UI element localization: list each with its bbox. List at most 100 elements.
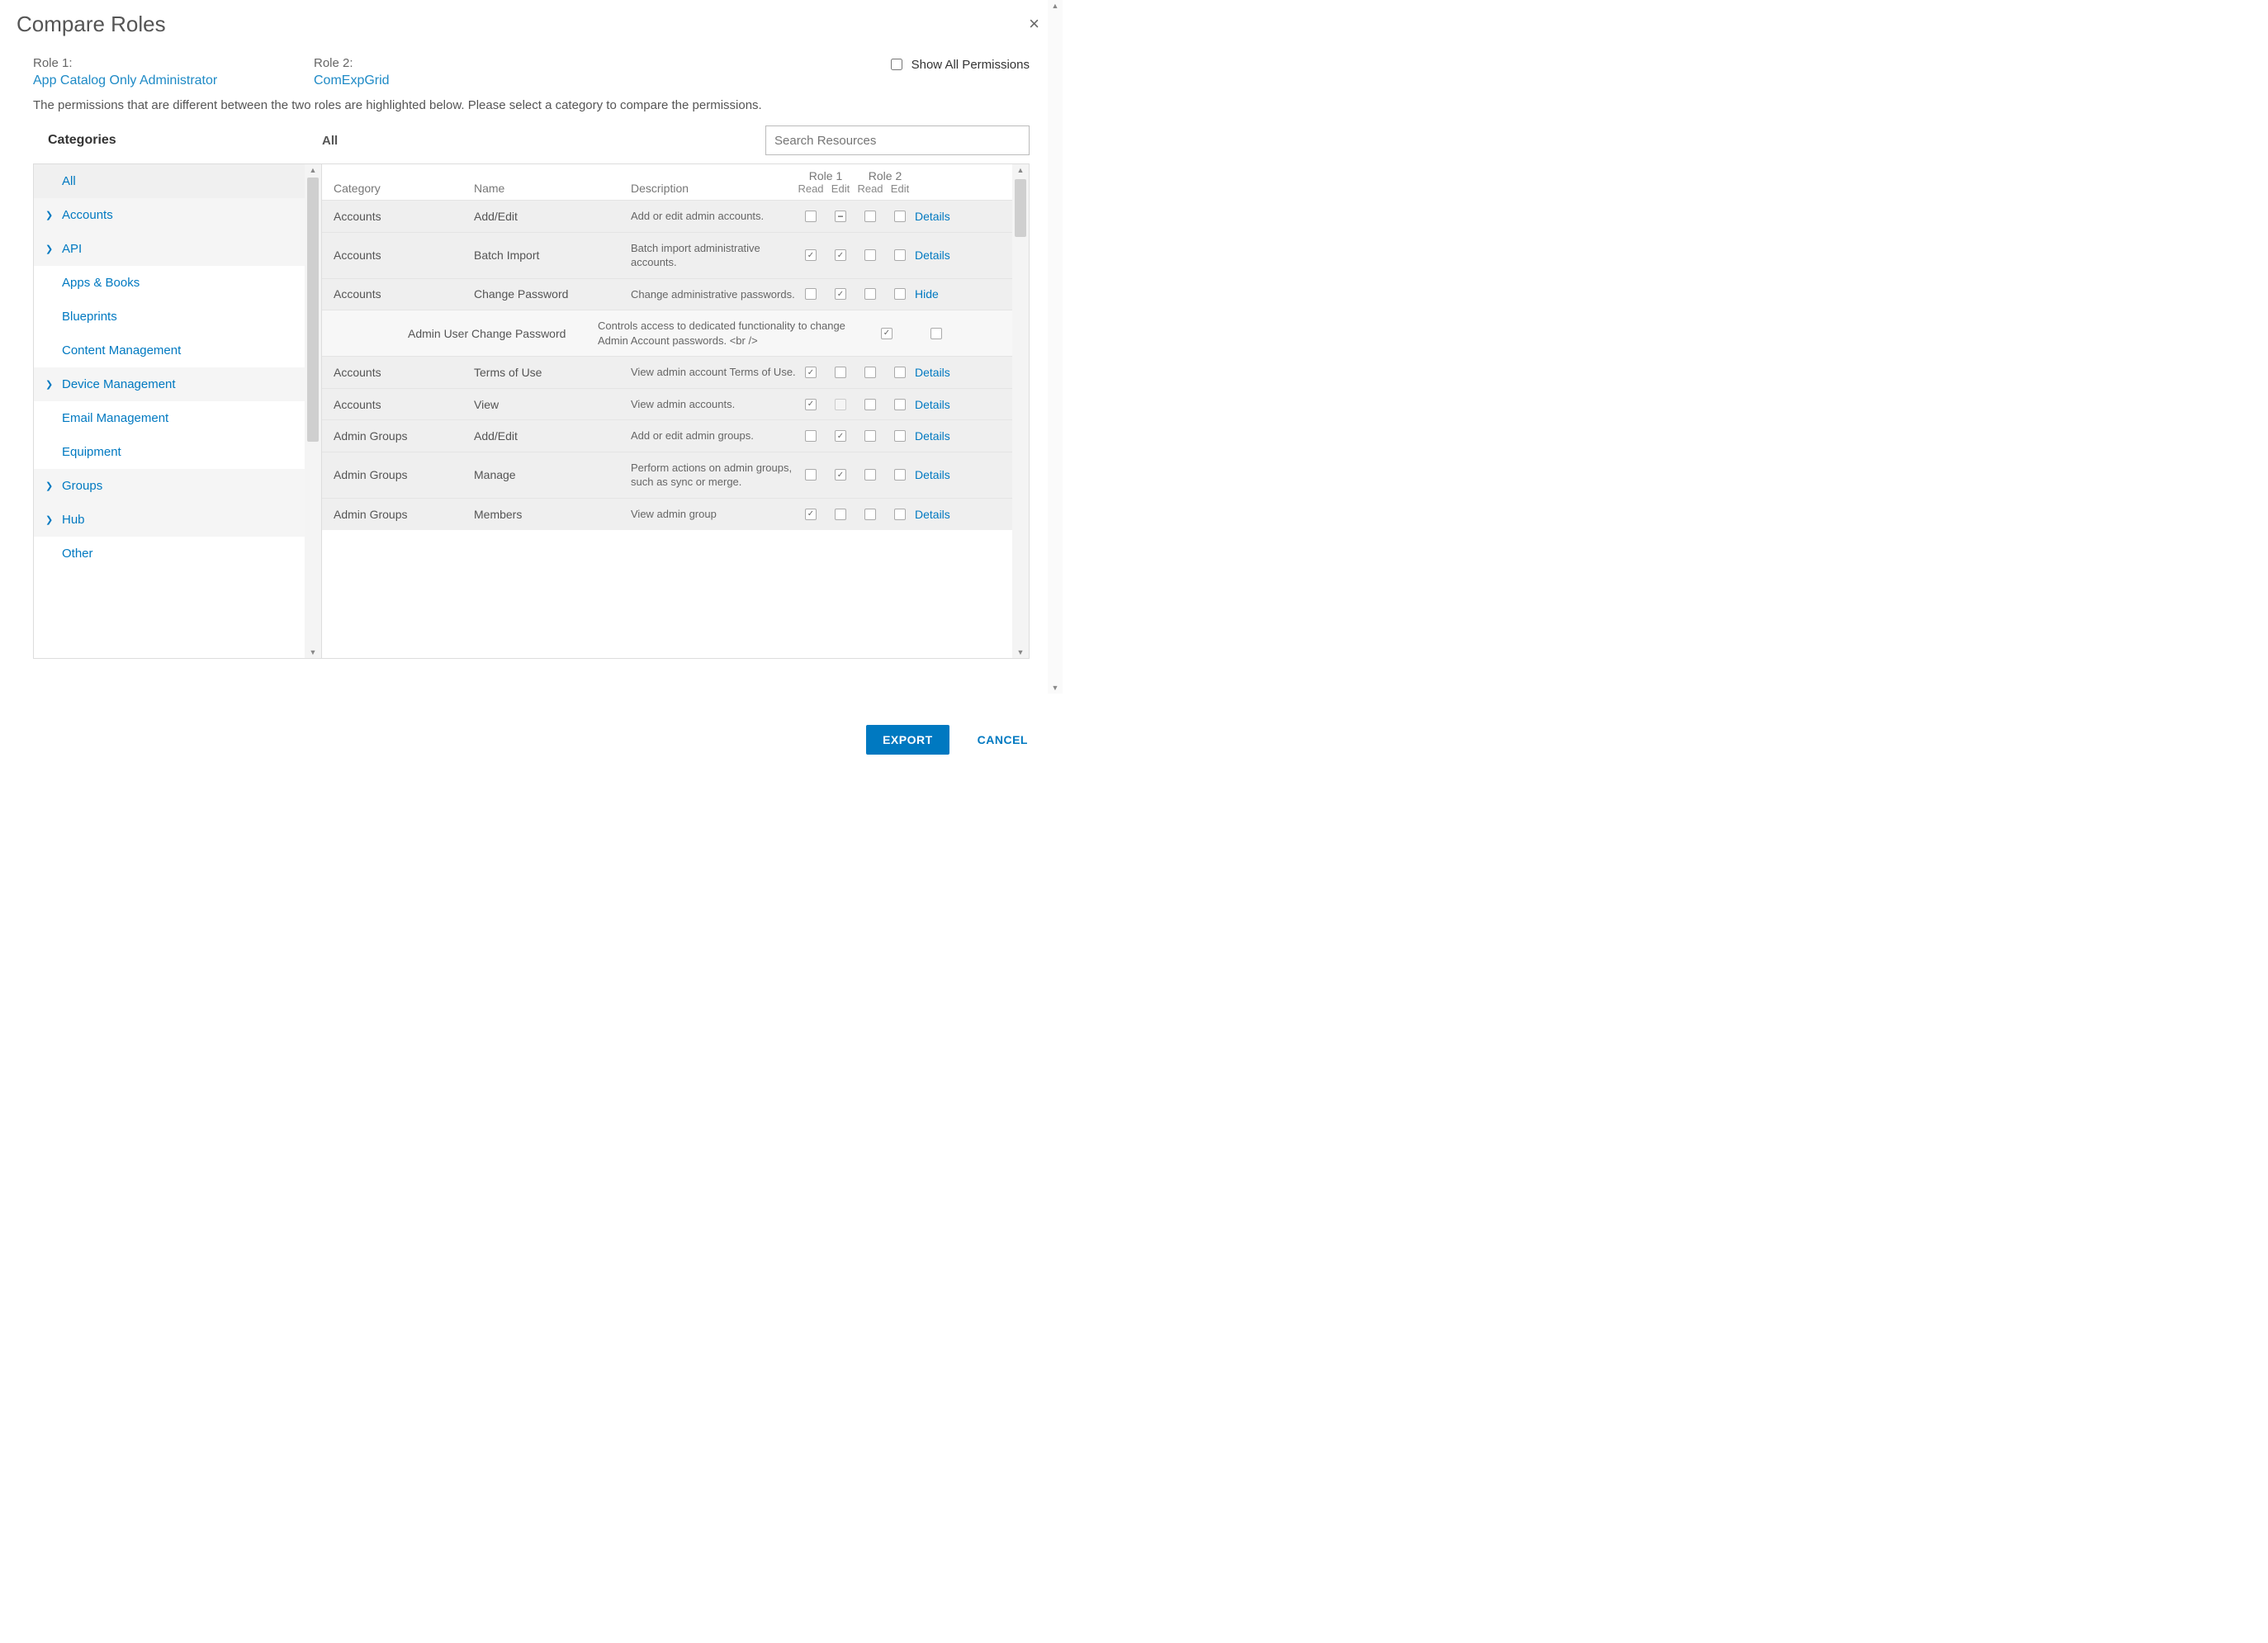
export-button[interactable]: EXPORT (866, 725, 949, 755)
details-link[interactable]: Details (915, 508, 973, 521)
row-category: Accounts (334, 249, 474, 262)
sidebar-item-apps-books[interactable]: Apps & Books (34, 266, 305, 300)
sidebar-item-label: Hub (62, 513, 85, 527)
permission-checkbox[interactable] (805, 367, 817, 378)
permission-checkbox[interactable] (864, 211, 876, 222)
sidebar-scroll-thumb[interactable] (307, 178, 319, 442)
row-category: Admin Groups (334, 429, 474, 443)
permission-checkbox[interactable] (894, 430, 906, 442)
details-link[interactable]: Details (915, 468, 973, 481)
show-all-permissions[interactable]: Show All Permissions (888, 56, 1030, 73)
permission-checkbox[interactable] (805, 211, 817, 222)
permission-checkbox[interactable] (864, 430, 876, 442)
permission-checkbox[interactable] (894, 367, 906, 378)
table-row: AccountsAdd/EditAdd or edit admin accoun… (322, 200, 1012, 232)
permission-checkbox[interactable] (835, 249, 846, 261)
row-category: Accounts (334, 398, 474, 411)
sidebar-scrollbar[interactable]: ▲ ▼ (305, 164, 321, 658)
permission-checkbox[interactable] (894, 469, 906, 481)
sidebar-item-device-management[interactable]: ❯Device Management (34, 367, 305, 401)
cancel-button[interactable]: CANCEL (973, 732, 1033, 747)
search-input[interactable] (765, 125, 1030, 155)
permission-checkbox[interactable] (835, 288, 846, 300)
hide-link[interactable]: Hide (915, 287, 973, 301)
col-role1-read: Read (796, 182, 826, 195)
permission-checkbox[interactable] (805, 469, 817, 481)
dialog-scroll-up-icon[interactable]: ▲ (1052, 0, 1059, 12)
permission-checkbox[interactable] (805, 288, 817, 300)
table-header-row: Category Name Description Role 1 Read Ed… (322, 164, 1012, 200)
scroll-down-icon[interactable]: ▼ (310, 646, 317, 658)
role1-label: Role 1: (33, 56, 314, 70)
col-category: Category (334, 182, 474, 195)
permission-checkbox[interactable] (894, 288, 906, 300)
show-all-checkbox[interactable] (891, 59, 902, 70)
sidebar-item-groups[interactable]: ❯Groups (34, 469, 305, 503)
table-scroll-down-icon[interactable]: ▼ (1017, 646, 1025, 658)
dialog-scroll-down-icon[interactable]: ▼ (1052, 682, 1059, 694)
permission-checkbox[interactable] (835, 509, 846, 520)
sidebar-item-equipment[interactable]: Equipment (34, 435, 305, 469)
row-description: View admin group (631, 507, 796, 522)
table-scroll-up-icon[interactable]: ▲ (1017, 164, 1025, 176)
permission-checkbox[interactable] (894, 211, 906, 222)
permission-checkbox[interactable] (881, 328, 893, 339)
sidebar-item-api[interactable]: ❯API (34, 232, 305, 266)
details-link[interactable]: Details (915, 398, 973, 411)
permission-checkbox[interactable] (864, 469, 876, 481)
permission-checkbox[interactable] (835, 367, 846, 378)
role1-block: Role 1: App Catalog Only Administrator (33, 56, 314, 88)
row-category: Admin Groups (334, 508, 474, 521)
sidebar-item-label: Other (62, 547, 93, 561)
row-name: Change Password (474, 287, 631, 301)
table-row: AccountsViewView admin accounts.Details (322, 388, 1012, 420)
details-link[interactable]: Details (915, 210, 973, 223)
permission-checkbox[interactable] (835, 469, 846, 481)
permission-checkbox[interactable] (864, 288, 876, 300)
permission-checkbox[interactable] (805, 249, 817, 261)
details-link[interactable]: Details (915, 366, 973, 379)
permission-checkbox[interactable] (805, 399, 817, 410)
row-description: Perform actions on admin groups, such as… (631, 461, 796, 490)
permission-checkbox[interactable] (864, 509, 876, 520)
table-row: Admin GroupsMembersView admin groupDetai… (322, 498, 1012, 530)
sidebar-item-accounts[interactable]: ❯Accounts (34, 198, 305, 232)
permission-checkbox[interactable] (864, 249, 876, 261)
sidebar-item-email-management[interactable]: Email Management (34, 401, 305, 435)
sidebar-list[interactable]: All❯Accounts❯APIApps & BooksBlueprintsCo… (34, 164, 305, 658)
role1-link[interactable]: App Catalog Only Administrator (33, 73, 314, 88)
permission-checkbox[interactable] (864, 367, 876, 378)
sidebar-item-label: API (62, 242, 82, 256)
sidebar-item-all[interactable]: All (34, 164, 305, 198)
col-name: Name (474, 182, 631, 195)
permission-checkbox[interactable] (894, 509, 906, 520)
row-name: Manage (474, 468, 631, 481)
permission-checkbox[interactable] (930, 328, 942, 339)
table-body: Category Name Description Role 1 Read Ed… (322, 164, 1012, 658)
permission-checkbox[interactable] (864, 399, 876, 410)
search-wrap (765, 125, 1030, 155)
sidebar-item-other[interactable]: Other (34, 537, 305, 571)
table-scrollbar[interactable]: ▲ ▼ (1012, 164, 1029, 658)
permission-checkbox[interactable] (894, 249, 906, 261)
permission-checkbox[interactable] (805, 430, 817, 442)
dialog-scrollbar[interactable]: ▲ ▼ (1048, 0, 1063, 694)
permission-checkbox[interactable] (835, 430, 846, 442)
details-link[interactable]: Details (915, 249, 973, 262)
sidebar-item-content-management[interactable]: Content Management (34, 334, 305, 367)
col-role1: Role 1 (796, 169, 855, 182)
table-scroll-thumb[interactable] (1015, 179, 1026, 237)
permission-checkbox[interactable] (835, 211, 846, 222)
row-description: Add or edit admin accounts. (631, 209, 796, 224)
sidebar-item-blueprints[interactable]: Blueprints (34, 300, 305, 334)
permission-checkbox[interactable] (835, 399, 846, 410)
sidebar-item-label: Accounts (62, 208, 113, 222)
scroll-up-icon[interactable]: ▲ (310, 164, 317, 176)
sidebar-item-hub[interactable]: ❯Hub (34, 503, 305, 537)
close-icon[interactable]: × (1022, 10, 1046, 38)
details-link[interactable]: Details (915, 429, 973, 443)
permission-checkbox[interactable] (894, 399, 906, 410)
table-row: AccountsChange PasswordChange administra… (322, 278, 1012, 310)
role2-link[interactable]: ComExpGrid (314, 73, 594, 88)
permission-checkbox[interactable] (805, 509, 817, 520)
